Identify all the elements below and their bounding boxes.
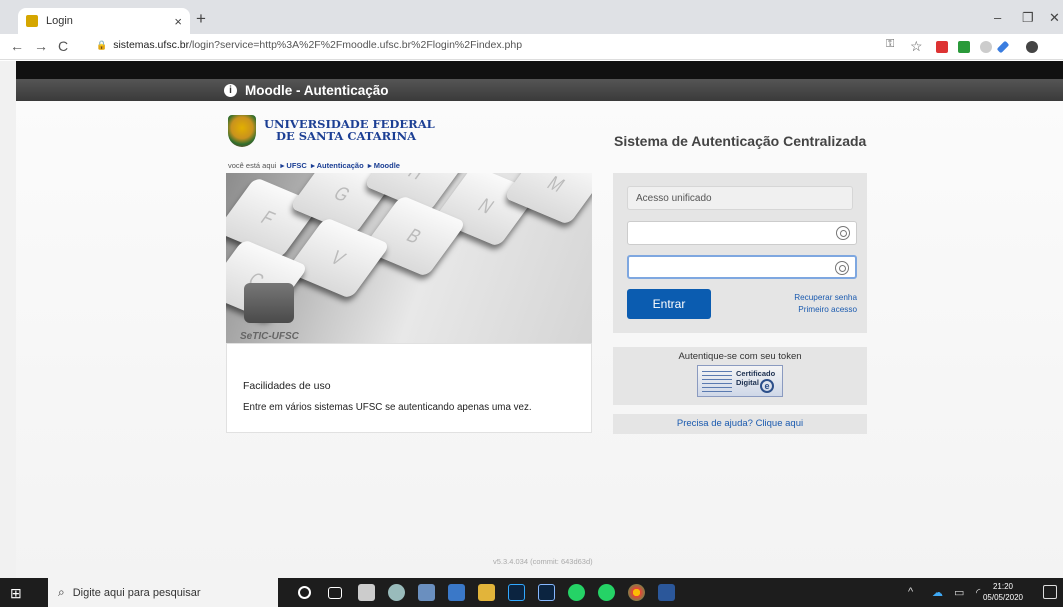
features-text: Entre em vários sistemas UFSC se autenti… (243, 402, 532, 413)
extension-pen-icon[interactable] (996, 40, 1010, 54)
breadcrumb: você está aqui ▸ UFSC ▸ Autenticação ▸ M… (228, 161, 400, 170)
lock-icon: 🔒 (96, 40, 108, 50)
tab-close-icon[interactable]: × (174, 14, 182, 29)
word-icon[interactable] (658, 584, 675, 601)
task-view-icon[interactable] (328, 587, 342, 599)
setic-logo-icon (244, 283, 294, 323)
header-bar: i Moodle - Autenticação (16, 79, 1063, 101)
setic-brand: SeTIC-UFSC (240, 331, 299, 342)
back-icon[interactable]: ← (10, 38, 24, 54)
windows-taskbar: ⊞ ⌕ Digite aqui para pesquisar ^ ☁ ▭ ◜ 2… (0, 578, 1063, 607)
account-links: Recuperar senha Primeiro acesso (794, 292, 857, 316)
web-page: i Moodle - Autenticação UNIVERSIDADE FED… (0, 61, 1063, 578)
browser-toolbar: ← → C 🔒 sistemas.ufsc.br/login?service=ht… (0, 34, 1063, 60)
battery-icon[interactable]: ▭ (954, 586, 964, 599)
recover-password-link[interactable]: Recuperar senha (794, 292, 857, 304)
cortana-icon[interactable] (298, 586, 311, 599)
clock-date: 05/05/2020 (982, 593, 1023, 602)
breadcrumb-item-ufsc[interactable]: UFSC (286, 161, 306, 170)
taskbar-search[interactable]: ⌕ Digite aqui para pesquisar (48, 578, 278, 607)
extension-red-icon[interactable] (936, 41, 948, 53)
minimize-button[interactable]: – (994, 10, 1001, 25)
username-field[interactable] (627, 221, 857, 245)
features-heading: Facilidades de uso (243, 380, 331, 392)
certificate-e-icon: e (760, 379, 774, 393)
url-path: /login?service=http%3A%2F%2Fmoodle.ufsc.… (189, 39, 523, 51)
windows-start-icon[interactable]: ⊞ (10, 585, 26, 601)
help-link[interactable]: Precisa de ajuda? Clique aqui (613, 414, 867, 434)
token-label: Autentique-se com seu token (678, 351, 802, 362)
url-host: sistemas.ufsc.br (113, 39, 190, 51)
extension-check-icon[interactable] (958, 41, 970, 53)
chrome-icon[interactable] (628, 584, 645, 601)
ufsc-crest-icon (228, 115, 256, 147)
university-logo-text: UNIVERSIDADE FEDERAL DE SANTA CATARINA (264, 118, 435, 142)
breadcrumb-prefix: você está aqui (228, 161, 277, 170)
reload-icon[interactable]: C (58, 38, 68, 54)
keyboard-banner-image: F G H N M B V C SeTIC-UFSC (226, 173, 592, 343)
version-text: v5.3.4.034 (commit: 643d63d) (493, 557, 593, 566)
show-hidden-icons-icon[interactable]: ^ (908, 586, 913, 598)
breadcrumb-item-moodle[interactable]: Moodle (374, 161, 400, 170)
search-icon: ⌕ (58, 585, 65, 599)
top-black-strip (16, 61, 1063, 79)
page-title: Moodle - Autenticação (245, 82, 389, 98)
lightroom-icon[interactable] (538, 584, 555, 601)
calculator-icon[interactable] (358, 584, 375, 601)
features-panel: Facilidades de uso Entre em vários siste… (226, 343, 592, 433)
address-bar[interactable]: 🔒 sistemas.ufsc.br/login?service=http%3A%… (96, 39, 522, 51)
login-form: Acesso unificado Entrar Recuperar senha … (613, 173, 867, 333)
file-explorer-icon[interactable] (478, 584, 495, 601)
new-tab-button[interactable]: + (196, 9, 206, 29)
photoshop-icon[interactable] (508, 584, 525, 601)
autofill-key-icon[interactable] (836, 226, 850, 240)
onedrive-icon[interactable]: ☁ (932, 586, 943, 599)
token-panel: Autentique-se com seu token Certificado … (613, 347, 867, 405)
restore-button[interactable]: ❐ (1022, 10, 1034, 26)
info-icon: i (224, 83, 237, 97)
breadcrumb-item-autenticacao[interactable]: Autenticação (317, 161, 364, 170)
ufsc-favicon-icon (26, 15, 38, 27)
forward-icon[interactable]: → (34, 38, 48, 54)
app-bird-icon[interactable] (418, 584, 435, 601)
window-close-button[interactable]: ✕ (1049, 10, 1060, 26)
key-icon[interactable]: ⚿ (886, 38, 894, 51)
unified-access-label: Acesso unificado (627, 186, 853, 210)
app-pen-icon[interactable] (448, 584, 465, 601)
system-title: Sistema de Autenticação Centralizada (614, 133, 867, 149)
clock-time: 21:20 (992, 582, 1013, 591)
browser-tab[interactable]: Login × (18, 8, 190, 34)
certificate-line1: Certificado (736, 369, 776, 378)
whatsapp-icon[interactable] (568, 584, 585, 601)
autofill-key-icon[interactable] (835, 261, 849, 275)
profile-avatar[interactable] (1026, 41, 1038, 53)
digital-certificate-button[interactable]: Certificado Digital e (697, 365, 783, 397)
wifi-icon[interactable]: ◜ (976, 586, 980, 599)
main-content: UNIVERSIDADE FEDERAL DE SANTA CATARINA v… (16, 101, 1063, 578)
notification-icon[interactable] (1043, 585, 1057, 599)
browser-tab-bar: Login × + – ❐ ✕ (0, 0, 1063, 34)
university-name-line2: DE SANTA CATARINA (276, 129, 417, 143)
photos-icon[interactable] (388, 584, 405, 601)
clock[interactable]: 21:20 05/05/2020 (983, 581, 1023, 603)
bookmark-star-icon[interactable]: ☆ (910, 38, 923, 55)
tab-title: Login (46, 15, 73, 27)
password-field[interactable] (627, 255, 857, 279)
first-access-link[interactable]: Primeiro acesso (794, 304, 857, 316)
search-placeholder: Digite aqui para pesquisar (72, 586, 201, 599)
extension-gray-icon[interactable] (980, 41, 992, 53)
whatsapp-icon-2[interactable] (598, 584, 615, 601)
certificate-lines-icon (702, 371, 732, 393)
login-button[interactable]: Entrar (627, 289, 711, 319)
